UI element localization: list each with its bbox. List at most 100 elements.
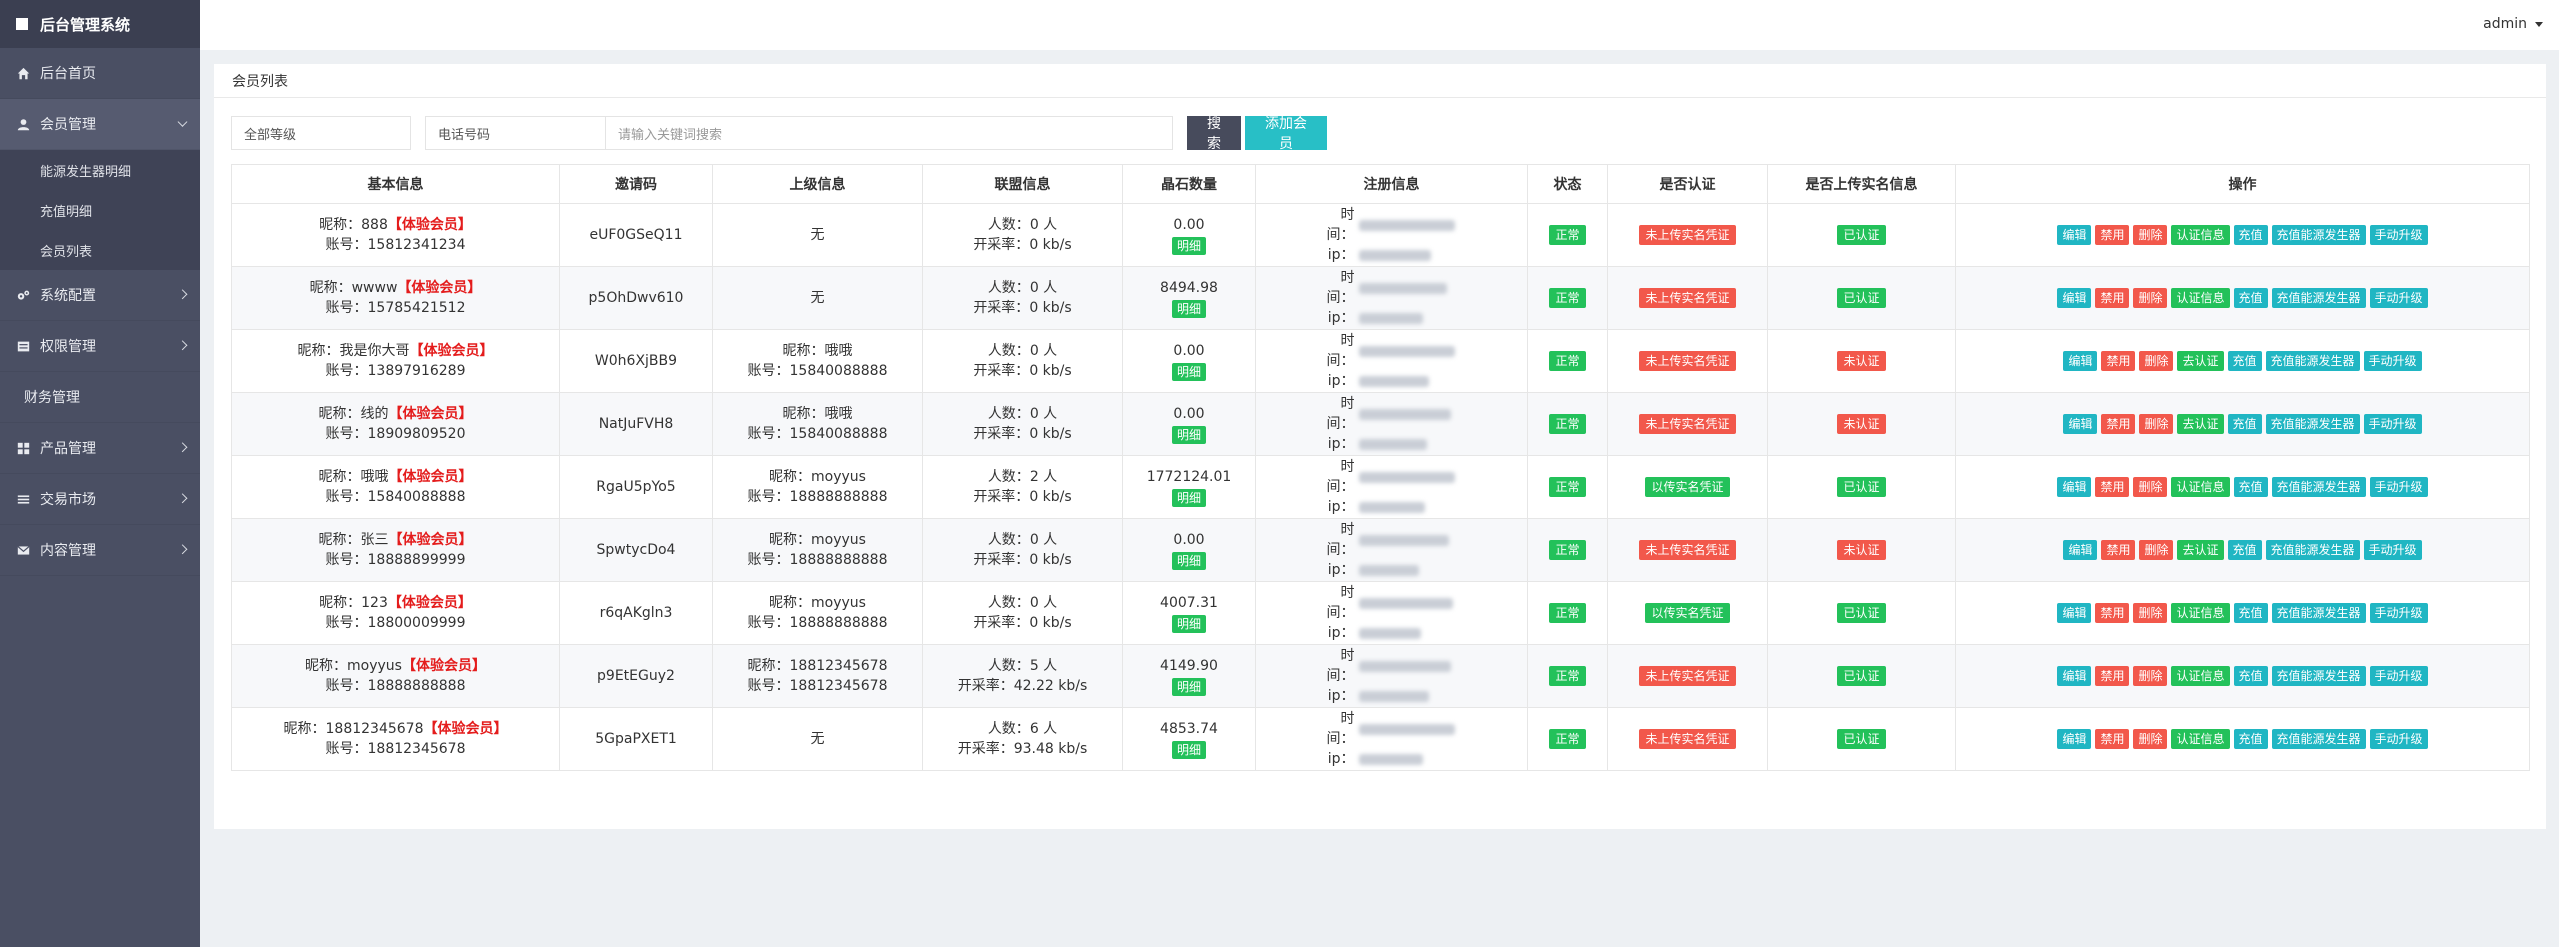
auth-button[interactable]: 去认证 <box>2177 540 2224 560</box>
edit-button[interactable]: 编辑 <box>2057 603 2092 623</box>
recharge-button[interactable]: 充值 <box>2233 666 2268 686</box>
auth-button[interactable]: 认证信息 <box>2171 666 2230 686</box>
table-header-row: 基本信息 邀请码 上级信息 联盟信息 晶石数量 注册信息 状态 是否认证 是否上传实名信息 操作 <box>231 164 2530 204</box>
delete-button[interactable]: 删除 <box>2139 351 2174 371</box>
detail-button[interactable]: 明细 <box>1171 740 1206 759</box>
manual-upgrade-button[interactable]: 手动升级 <box>2369 729 2428 749</box>
edit-button[interactable]: 编辑 <box>2063 540 2098 560</box>
detail-button[interactable]: 明细 <box>1171 488 1206 507</box>
auth-button[interactable]: 认证信息 <box>2171 477 2230 497</box>
user-menu[interactable]: admin <box>2483 16 2543 32</box>
sidebar-item-products[interactable]: 产品管理 <box>0 423 200 474</box>
detail-button[interactable]: 明细 <box>1171 677 1206 696</box>
recharge-generator-button[interactable]: 充值能源发生器 <box>2265 414 2360 434</box>
delete-button[interactable]: 删除 <box>2139 414 2174 434</box>
auth-button[interactable]: 认证信息 <box>2171 225 2230 245</box>
sidebar-item-home[interactable]: 后台首页 <box>0 48 200 99</box>
delete-button[interactable]: 删除 <box>2133 225 2168 245</box>
detail-button[interactable]: 明细 <box>1171 614 1206 633</box>
status-cell: 正常 <box>1527 203 1608 267</box>
sidebar-item-content[interactable]: 内容管理 <box>0 525 200 576</box>
sidebar-item-permissions[interactable]: 权限管理 <box>0 321 200 372</box>
ban-button[interactable]: 禁用 <box>2101 540 2136 560</box>
basic-info-cell: 昵称：我是你大哥【体验会员】 账号：13897916289 <box>231 329 560 393</box>
ban-button[interactable]: 禁用 <box>2101 414 2136 434</box>
manual-upgrade-button[interactable]: 手动升级 <box>2369 225 2428 245</box>
app-title: 后台管理系统 <box>40 15 131 34</box>
recharge-generator-button[interactable]: 充值能源发生器 <box>2271 288 2366 308</box>
recharge-button[interactable]: 充值 <box>2233 603 2268 623</box>
auth-button[interactable]: 认证信息 <box>2171 288 2230 308</box>
edit-button[interactable]: 编辑 <box>2057 477 2092 497</box>
manual-upgrade-button[interactable]: 手动升级 <box>2363 351 2422 371</box>
submenu-item-generator-detail[interactable]: 能源发生器明细 <box>0 150 200 190</box>
recharge-generator-button[interactable]: 充值能源发生器 <box>2271 477 2366 497</box>
basic-info-cell: 昵称：哦哦【体验会员】 账号：15840088888 <box>231 455 560 519</box>
edit-button[interactable]: 编辑 <box>2063 414 2098 434</box>
manual-upgrade-button[interactable]: 手动升级 <box>2369 666 2428 686</box>
detail-button[interactable]: 明细 <box>1171 299 1206 318</box>
ban-button[interactable]: 禁用 <box>2095 666 2130 686</box>
add-member-button[interactable]: 添加会员 <box>1245 115 1327 151</box>
recharge-generator-button[interactable]: 充值能源发生器 <box>2271 603 2366 623</box>
recharge-button[interactable]: 充值 <box>2227 540 2262 560</box>
recharge-button[interactable]: 充值 <box>2227 414 2262 434</box>
vip-badge: 【体验会员】 <box>423 721 508 737</box>
ban-button[interactable]: 禁用 <box>2095 729 2130 749</box>
recharge-button[interactable]: 充值 <box>2233 477 2268 497</box>
table-row: 昵称：哦哦【体验会员】 账号：15840088888 RgaU5pYo5 昵称：… <box>231 455 2530 519</box>
recharge-button[interactable]: 充值 <box>2233 288 2268 308</box>
manual-upgrade-button[interactable]: 手动升级 <box>2363 414 2422 434</box>
delete-button[interactable]: 删除 <box>2133 603 2168 623</box>
recharge-button[interactable]: 充值 <box>2233 225 2268 245</box>
recharge-generator-button[interactable]: 充值能源发生器 <box>2271 666 2366 686</box>
delete-button[interactable]: 删除 <box>2133 477 2168 497</box>
field-type-select[interactable]: 电话号码 <box>425 116 605 150</box>
delete-button[interactable]: 删除 <box>2139 540 2174 560</box>
delete-button[interactable]: 删除 <box>2133 288 2168 308</box>
edit-button[interactable]: 编辑 <box>2057 225 2092 245</box>
auth-button[interactable]: 去认证 <box>2177 351 2224 371</box>
ban-button[interactable]: 禁用 <box>2095 288 2130 308</box>
detail-button[interactable]: 明细 <box>1171 236 1206 255</box>
sidebar-item-system-config[interactable]: 系统配置 <box>0 270 200 321</box>
invite-code: NatJuFVH8 <box>559 392 713 456</box>
detail-button[interactable]: 明细 <box>1171 425 1206 444</box>
sidebar-item-finance[interactable]: 财务管理 <box>0 372 200 423</box>
edit-button[interactable]: 编辑 <box>2057 666 2092 686</box>
sidebar-item-market[interactable]: 交易市场 <box>0 474 200 525</box>
delete-button[interactable]: 删除 <box>2133 666 2168 686</box>
auth-button[interactable]: 去认证 <box>2177 414 2224 434</box>
manual-upgrade-button[interactable]: 手动升级 <box>2369 603 2428 623</box>
edit-button[interactable]: 编辑 <box>2063 351 2098 371</box>
recharge-generator-button[interactable]: 充值能源发生器 <box>2271 225 2366 245</box>
recharge-generator-button[interactable]: 充值能源发生器 <box>2265 351 2360 371</box>
edit-button[interactable]: 编辑 <box>2057 729 2092 749</box>
keyword-input[interactable]: 请输入关键词搜索 <box>605 116 1173 150</box>
ban-button[interactable]: 禁用 <box>2095 603 2130 623</box>
recharge-generator-button[interactable]: 充值能源发生器 <box>2271 729 2366 749</box>
submenu-item-member-list[interactable]: 会员列表 <box>0 230 200 270</box>
detail-button[interactable]: 明细 <box>1171 362 1206 381</box>
auth-button[interactable]: 认证信息 <box>2171 603 2230 623</box>
manual-upgrade-button[interactable]: 手动升级 <box>2369 288 2428 308</box>
ban-button[interactable]: 禁用 <box>2095 477 2130 497</box>
recharge-button[interactable]: 充值 <box>2233 729 2268 749</box>
recharge-generator-button[interactable]: 充值能源发生器 <box>2265 540 2360 560</box>
ban-button[interactable]: 禁用 <box>2101 351 2136 371</box>
no-parent: 无 <box>810 731 825 747</box>
sidebar-item-members[interactable]: 会员管理 <box>0 99 200 150</box>
manual-upgrade-button[interactable]: 手动升级 <box>2363 540 2422 560</box>
app-brand[interactable]: 后台管理系统 <box>0 0 200 48</box>
parent-nick: moyyus <box>811 595 866 611</box>
recharge-button[interactable]: 充值 <box>2227 351 2262 371</box>
submenu-item-recharge-detail[interactable]: 充值明细 <box>0 190 200 230</box>
delete-button[interactable]: 删除 <box>2133 729 2168 749</box>
search-button[interactable]: 搜索 <box>1187 115 1241 151</box>
detail-button[interactable]: 明细 <box>1171 551 1206 570</box>
manual-upgrade-button[interactable]: 手动升级 <box>2369 477 2428 497</box>
level-select[interactable]: 全部等级 <box>231 116 411 150</box>
ban-button[interactable]: 禁用 <box>2095 225 2130 245</box>
auth-button[interactable]: 认证信息 <box>2171 729 2230 749</box>
edit-button[interactable]: 编辑 <box>2057 288 2092 308</box>
